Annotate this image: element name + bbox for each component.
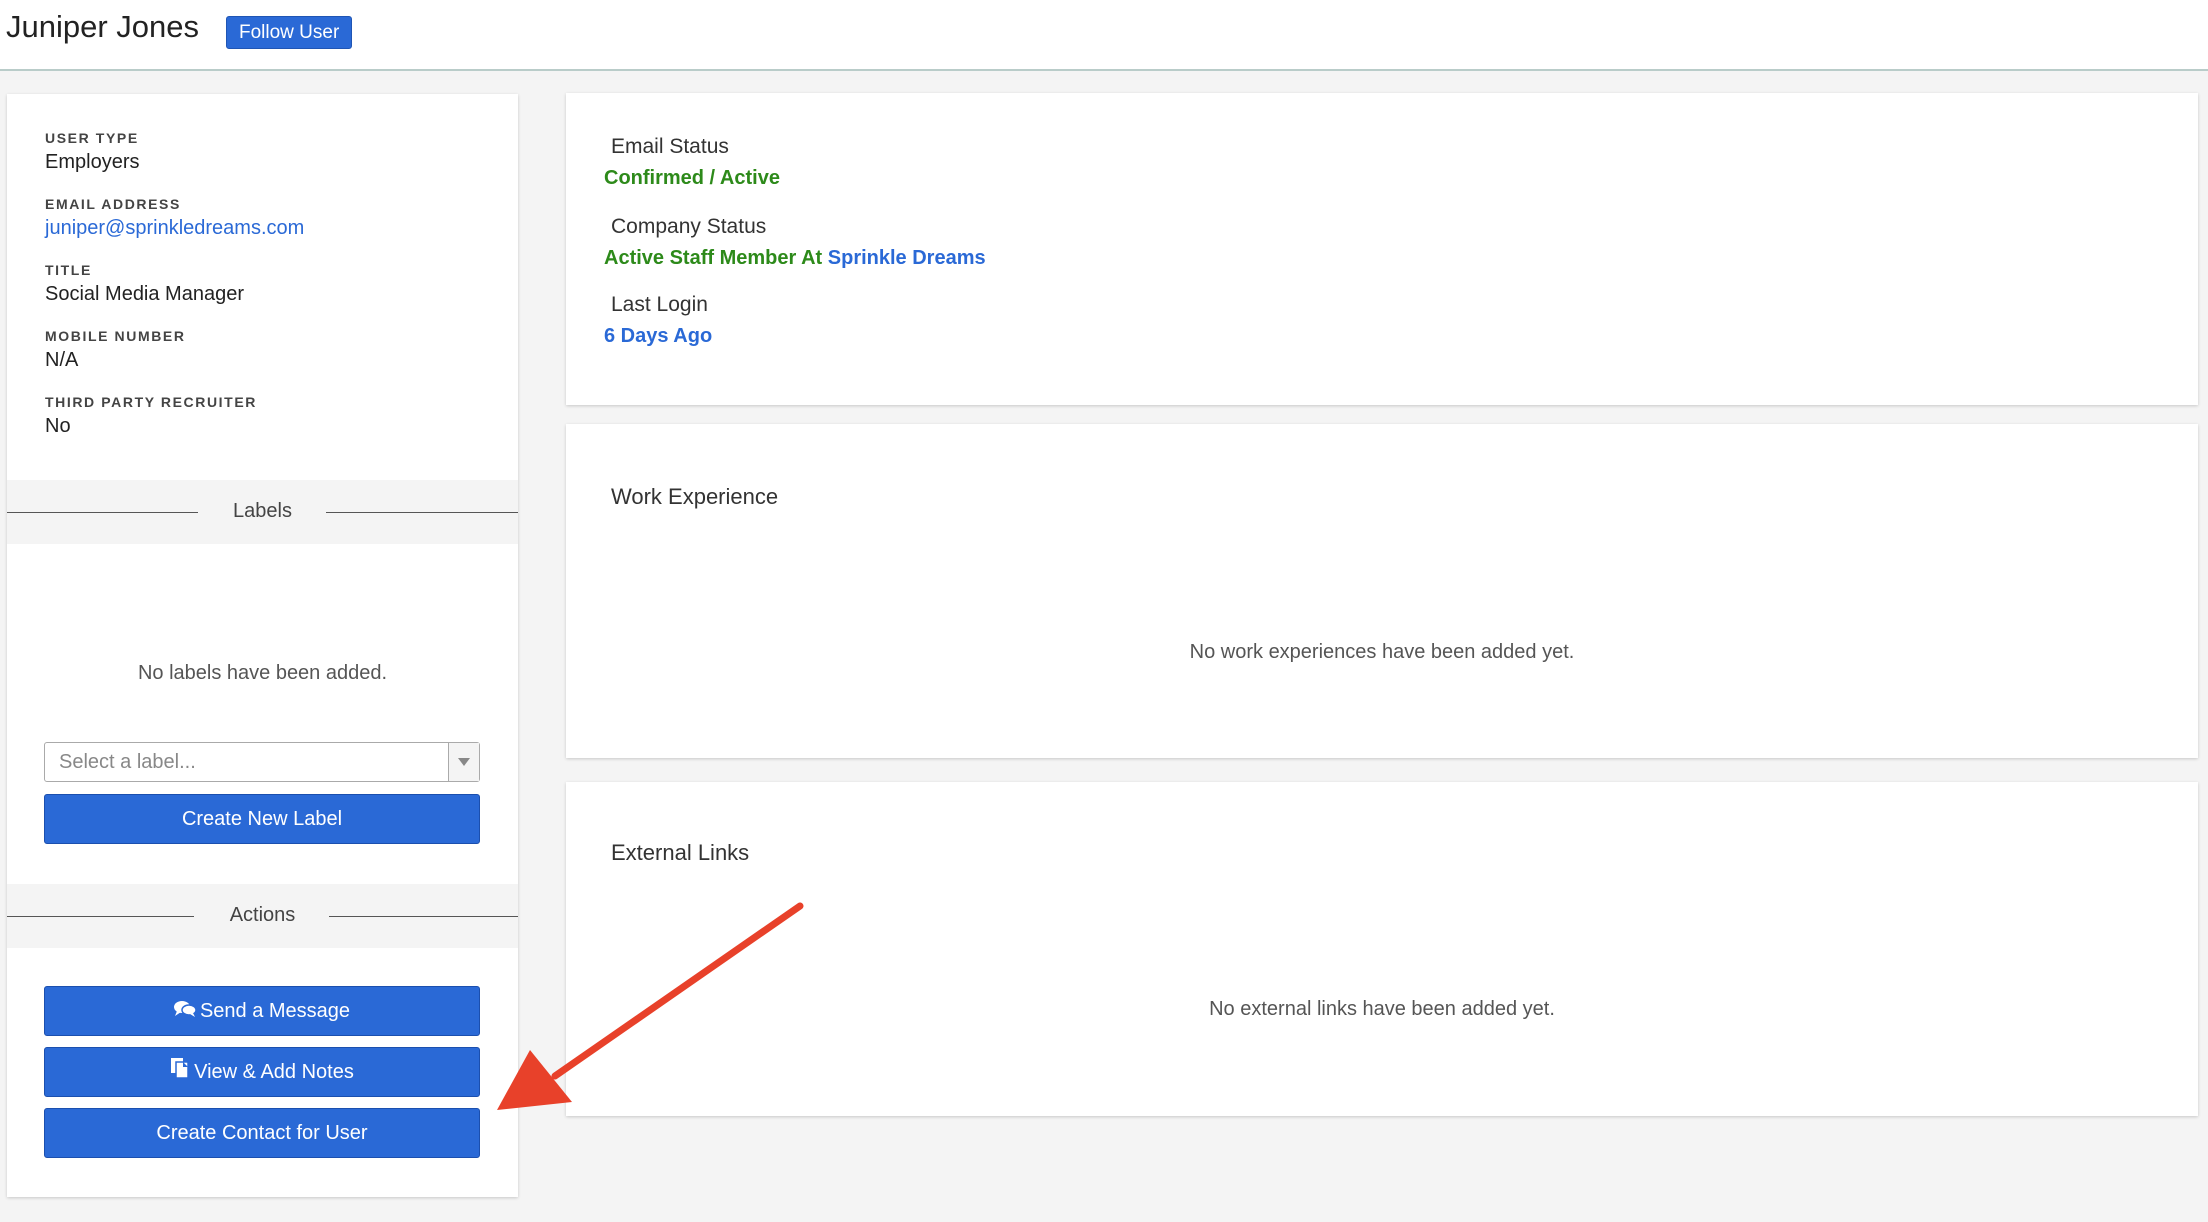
email-status-label: Email Status xyxy=(611,135,729,158)
last-login-value: 6 Days Ago xyxy=(604,325,713,347)
company-status-label: Company Status xyxy=(611,215,767,238)
third-party-field: THIRD PARTY RECRUITER No xyxy=(45,394,257,438)
company-status-value: Active Staff Member At Sprinkle Dreams xyxy=(604,247,986,270)
chevron-down-icon[interactable] xyxy=(448,743,479,781)
labels-section-header: Labels xyxy=(7,480,518,544)
email-link[interactable]: juniper@sprinkledreams.com xyxy=(45,217,304,240)
page-header: Juniper Jones Follow User xyxy=(0,0,2208,71)
external-links-card: External Links No external links have be… xyxy=(566,782,2198,1116)
user-type-value: Employers xyxy=(45,151,140,173)
work-experience-title: Work Experience xyxy=(611,484,779,509)
last-login-label: Last Login xyxy=(611,293,708,316)
company-status-prefix: Active Staff Member At xyxy=(604,247,823,269)
no-external-links-message: No external links have been added yet. xyxy=(1209,998,1555,1020)
actions-section-header: Actions xyxy=(7,884,518,948)
label-select[interactable]: Select a label... xyxy=(44,742,480,782)
mobile-value: N/A xyxy=(45,349,79,371)
create-new-label-button[interactable]: Create New Label xyxy=(44,794,480,844)
view-add-notes-button[interactable]: View & Add Notes xyxy=(44,1047,480,1097)
title-value: Social Media Manager xyxy=(45,283,244,305)
view-add-notes-label: View & Add Notes xyxy=(194,1061,354,1083)
mobile-field: MOBILE NUMBER N/A xyxy=(45,328,186,372)
title-field: TITLE Social Media Manager xyxy=(45,262,244,306)
user-type-field: USER TYPE Employers xyxy=(45,130,139,174)
comments-icon xyxy=(173,988,197,1036)
title-label: TITLE xyxy=(45,262,92,278)
email-field: EMAIL ADDRESS juniper@sprinkledreams.com xyxy=(45,196,304,240)
label-select-placeholder: Select a label... xyxy=(59,751,196,773)
status-card: Email Status Confirmed / Active Company … xyxy=(566,93,2198,405)
work-experience-card: Work Experience No work experiences have… xyxy=(566,424,2198,758)
no-labels-message: No labels have been added. xyxy=(137,662,388,684)
divider xyxy=(326,512,518,513)
profile-sidebar: USER TYPE Employers EMAIL ADDRESS junipe… xyxy=(7,94,518,1197)
create-contact-button[interactable]: Create Contact for User xyxy=(44,1108,480,1158)
mobile-label: MOBILE NUMBER xyxy=(45,328,186,344)
send-message-button[interactable]: Send a Message xyxy=(44,986,480,1036)
user-type-label: USER TYPE xyxy=(45,130,139,146)
third-party-label: THIRD PARTY RECRUITER xyxy=(45,394,257,410)
third-party-value: No xyxy=(45,415,71,437)
email-status-value: Confirmed / Active xyxy=(604,167,780,189)
email-label: EMAIL ADDRESS xyxy=(45,196,181,212)
company-link[interactable]: Sprinkle Dreams xyxy=(828,247,986,269)
divider xyxy=(329,916,518,917)
follow-user-button[interactable]: Follow User xyxy=(226,16,353,49)
external-links-title: External Links xyxy=(611,840,750,865)
user-name: Juniper Jones xyxy=(6,9,200,44)
copy-icon xyxy=(170,1049,190,1097)
no-work-experience-message: No work experiences have been added yet. xyxy=(1189,641,1575,663)
send-message-label: Send a Message xyxy=(199,1000,351,1022)
